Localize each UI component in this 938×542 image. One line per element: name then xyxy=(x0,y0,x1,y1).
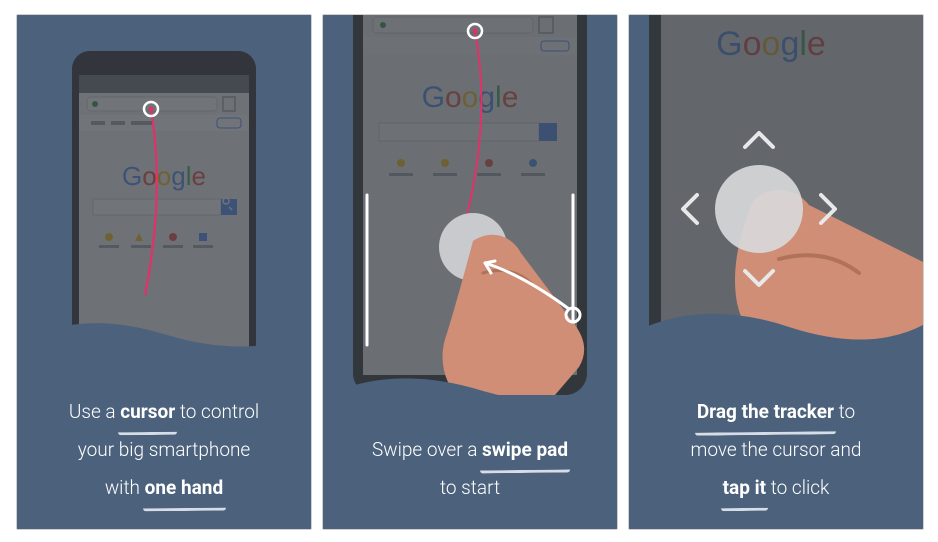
caption-text: Swipe over a xyxy=(372,438,482,461)
caption-bold: cursor xyxy=(120,393,175,431)
caption-text: to control xyxy=(175,400,259,423)
slide-caption: Swipe over a swipe pad to start xyxy=(323,431,617,507)
slide-caption: Use a cursor to control your big smartph… xyxy=(17,393,311,507)
cursor-dot-icon xyxy=(149,107,154,112)
slide-drag: Google Drag th xyxy=(628,14,924,530)
caption-bold: Drag the tracker xyxy=(697,393,834,431)
caption-text: with xyxy=(105,476,145,499)
caption-bold: one hand xyxy=(145,469,224,507)
screenshot-gallery: Google xyxy=(0,0,938,542)
caption-text: to start xyxy=(440,476,500,499)
slide-caption: Drag the tracker to move the cursor and … xyxy=(629,393,923,507)
caption-text: to click xyxy=(766,476,829,499)
phone-mock: Google xyxy=(353,15,587,395)
caption-bold: tap it xyxy=(723,469,766,507)
caption-text: your big smartphone xyxy=(78,438,251,461)
slide-swipe: Google xyxy=(322,14,618,530)
caption-text: to xyxy=(834,400,855,423)
slide-cursor: Google xyxy=(16,14,312,530)
caption-bold: swipe pad xyxy=(482,431,568,469)
caption-text: Use a xyxy=(69,400,120,423)
caption-text: move the cursor and xyxy=(691,438,862,461)
tracker-icon xyxy=(715,165,803,253)
